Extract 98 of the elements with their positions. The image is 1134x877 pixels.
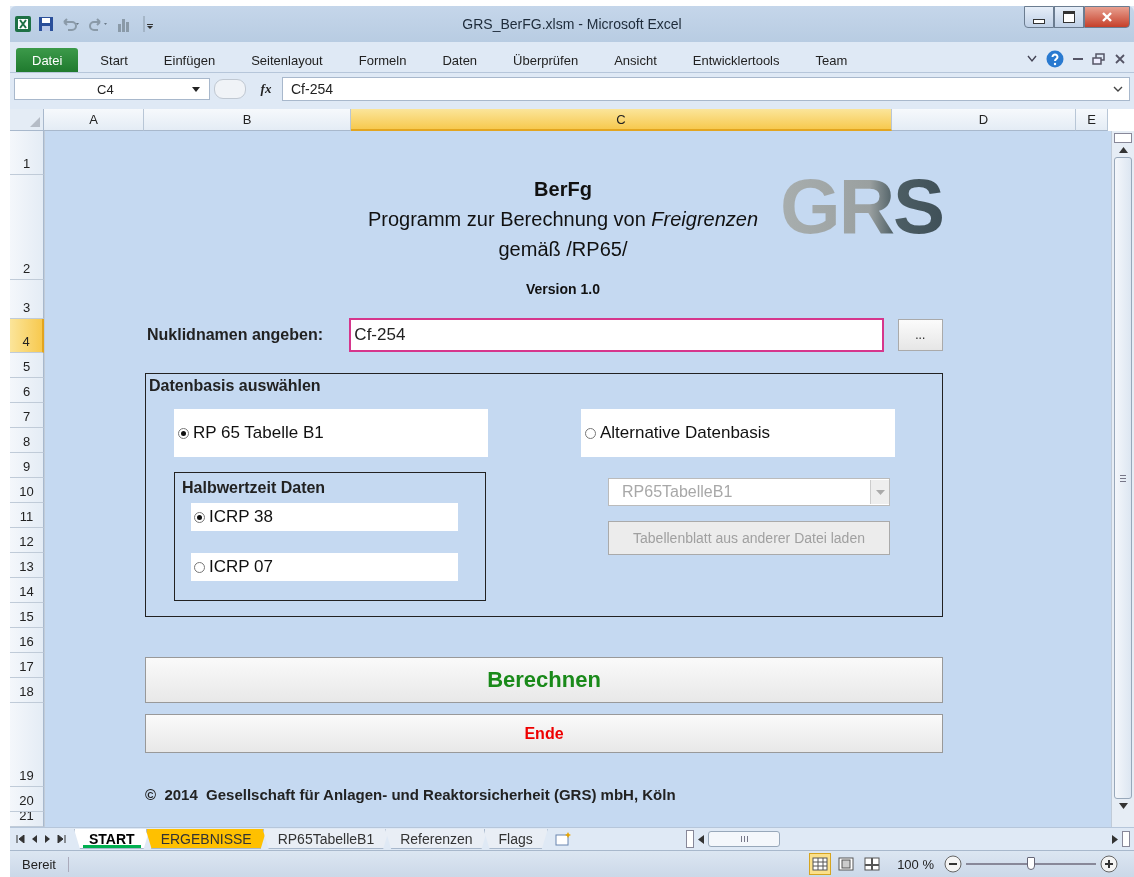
status-text: Bereit: [10, 856, 69, 872]
radio-icon[interactable]: [194, 511, 205, 523]
nuclide-input[interactable]: Cf-254: [349, 318, 884, 352]
row-header[interactable]: 12: [10, 528, 44, 553]
program-title: BerFg: [533, 177, 593, 201]
zoom-level[interactable]: 100 %: [897, 856, 934, 872]
expand-caret-icon[interactable]: [1112, 85, 1124, 93]
group-title: Datenbasis auswählen: [149, 377, 322, 396]
row-header[interactable]: 18: [10, 678, 44, 703]
vertical-scrollbar[interactable]: [1111, 131, 1134, 827]
radio-option[interactable]: Alternative Datenbasis: [581, 409, 895, 457]
row-header[interactable]: 11: [10, 503, 44, 528]
file-tab[interactable]: Datei: [16, 48, 79, 72]
version-text: Version 1.0: [525, 281, 601, 297]
row-header[interactable]: 13: [10, 553, 44, 578]
radio-option[interactable]: ICRP 07: [191, 553, 458, 581]
row-header[interactable]: 9: [10, 453, 44, 478]
save-icon[interactable]: [38, 16, 54, 32]
close-button[interactable]: [1084, 6, 1130, 28]
row-header[interactable]: 10: [10, 478, 44, 503]
sheet-tab[interactable]: Referenzen: [385, 829, 488, 849]
split-handle[interactable]: [1114, 133, 1132, 143]
minimize-button[interactable]: [1024, 6, 1054, 28]
dropdown-caret-icon: [875, 489, 885, 495]
column-header[interactable]: A: [44, 109, 144, 131]
reference-text: gemäß /RP65/: [497, 237, 629, 262]
nuclide-label: Nuklidnamen angeben:: [147, 326, 325, 344]
maximize-button[interactable]: [1054, 6, 1084, 28]
row-header[interactable]: 4: [10, 319, 44, 353]
formula-field[interactable]: Cf-254: [282, 77, 1130, 101]
split-handle[interactable]: [686, 830, 694, 848]
scroll-right-icon[interactable]: [1112, 834, 1118, 844]
sheet-tab[interactable]: Flags: [483, 829, 548, 849]
column-header[interactable]: C: [351, 109, 892, 131]
radio-option[interactable]: ICRP 38: [191, 503, 458, 531]
ribbon-tab[interactable]: Formeln: [340, 48, 425, 72]
corner-triangle-icon: [30, 117, 40, 127]
previous-sheet-icon[interactable]: [31, 835, 38, 843]
first-sheet-icon[interactable]: [16, 835, 25, 843]
customize-caret-icon[interactable]: [142, 16, 154, 32]
copyright-text: © 2014 Gesellschaft für Anlagen- und Reaktorsicherheit (GRS) mbH, Köln: [145, 786, 677, 803]
row-header[interactable]: 1: [10, 131, 44, 175]
row-header[interactable]: 19: [10, 703, 44, 787]
close-icon[interactable]: [1114, 53, 1126, 65]
ribbon-tab[interactable]: Start: [82, 48, 146, 72]
zoom-out-icon[interactable]: [944, 855, 962, 873]
row-header[interactable]: 3: [10, 280, 44, 319]
calculate-button[interactable]: Berechnen: [145, 657, 943, 703]
ribbon-tab[interactable]: Einfügen: [145, 48, 234, 72]
split-handle[interactable]: [1122, 831, 1130, 847]
window-title: GRS_BerFG.xlsm - Microsoft Excel: [462, 16, 682, 32]
help-icon[interactable]: [1046, 50, 1064, 68]
ribbon-tab[interactable]: Seitenlayout: [233, 48, 341, 72]
row-header[interactable]: 8: [10, 428, 44, 453]
zoom-slider[interactable]: [966, 856, 1096, 872]
row-header[interactable]: 16: [10, 628, 44, 653]
ribbon-tab[interactable]: Entwicklertools: [674, 48, 798, 72]
restore-icon[interactable]: [1092, 53, 1106, 65]
row-header[interactable]: 7: [10, 403, 44, 428]
group-title: Halbwertzeit Daten: [181, 479, 327, 497]
zoom-slider-thumb[interactable]: [1027, 857, 1035, 870]
scroll-down-icon[interactable]: [1118, 803, 1128, 809]
name-box[interactable]: C4: [14, 78, 210, 100]
scroll-left-icon[interactable]: [698, 834, 704, 844]
excel-logo-icon: [14, 15, 32, 33]
ribbon-tab[interactable]: Daten: [424, 48, 496, 72]
ribbon-tab[interactable]: Ansicht: [596, 48, 675, 72]
next-sheet-icon[interactable]: [44, 835, 51, 843]
sheet-tab[interactable]: ERGEBNISSE: [145, 829, 267, 849]
sheet-tab[interactable]: START: [74, 829, 150, 849]
radio-option[interactable]: RP 65 Tabelle B1: [174, 409, 488, 457]
formula-bar-handle[interactable]: [214, 79, 246, 99]
radio-icon[interactable]: [194, 561, 205, 573]
column-header[interactable]: B: [144, 109, 351, 131]
row-header[interactable]: 5: [10, 353, 44, 378]
radio-icon[interactable]: [178, 427, 189, 439]
last-sheet-icon[interactable]: [57, 835, 66, 843]
row-header[interactable]: 14: [10, 578, 44, 603]
zoom-in-icon[interactable]: [1100, 855, 1118, 873]
ribbon-tab[interactable]: Team: [797, 48, 866, 72]
sheet-tab[interactable]: RP65TabelleB1: [262, 829, 390, 849]
collapse-ribbon-icon[interactable]: [1026, 54, 1038, 64]
row-header[interactable]: 17: [10, 653, 44, 678]
radio-icon[interactable]: [585, 427, 596, 439]
column-header[interactable]: E: [1076, 109, 1108, 131]
end-button[interactable]: Ende: [145, 714, 943, 753]
ribbon-tab[interactable]: Überprüfen: [495, 48, 597, 72]
column-header[interactable]: D: [892, 109, 1076, 131]
row-header[interactable]: 20: [10, 787, 44, 812]
close-icon: [1101, 11, 1113, 23]
browse-button[interactable]: ...: [897, 319, 943, 351]
insert-function-button[interactable]: fx: [250, 81, 282, 97]
scroll-up-icon[interactable]: [1118, 147, 1128, 153]
normal-view-button[interactable]: [809, 853, 832, 875]
row-header[interactable]: 15: [10, 603, 44, 628]
program-subtitle: Programm zur Berechnung von Freigrenzen: [366, 207, 760, 232]
row-header[interactable]: 2: [10, 175, 44, 280]
row-header[interactable]: 6: [10, 378, 44, 403]
